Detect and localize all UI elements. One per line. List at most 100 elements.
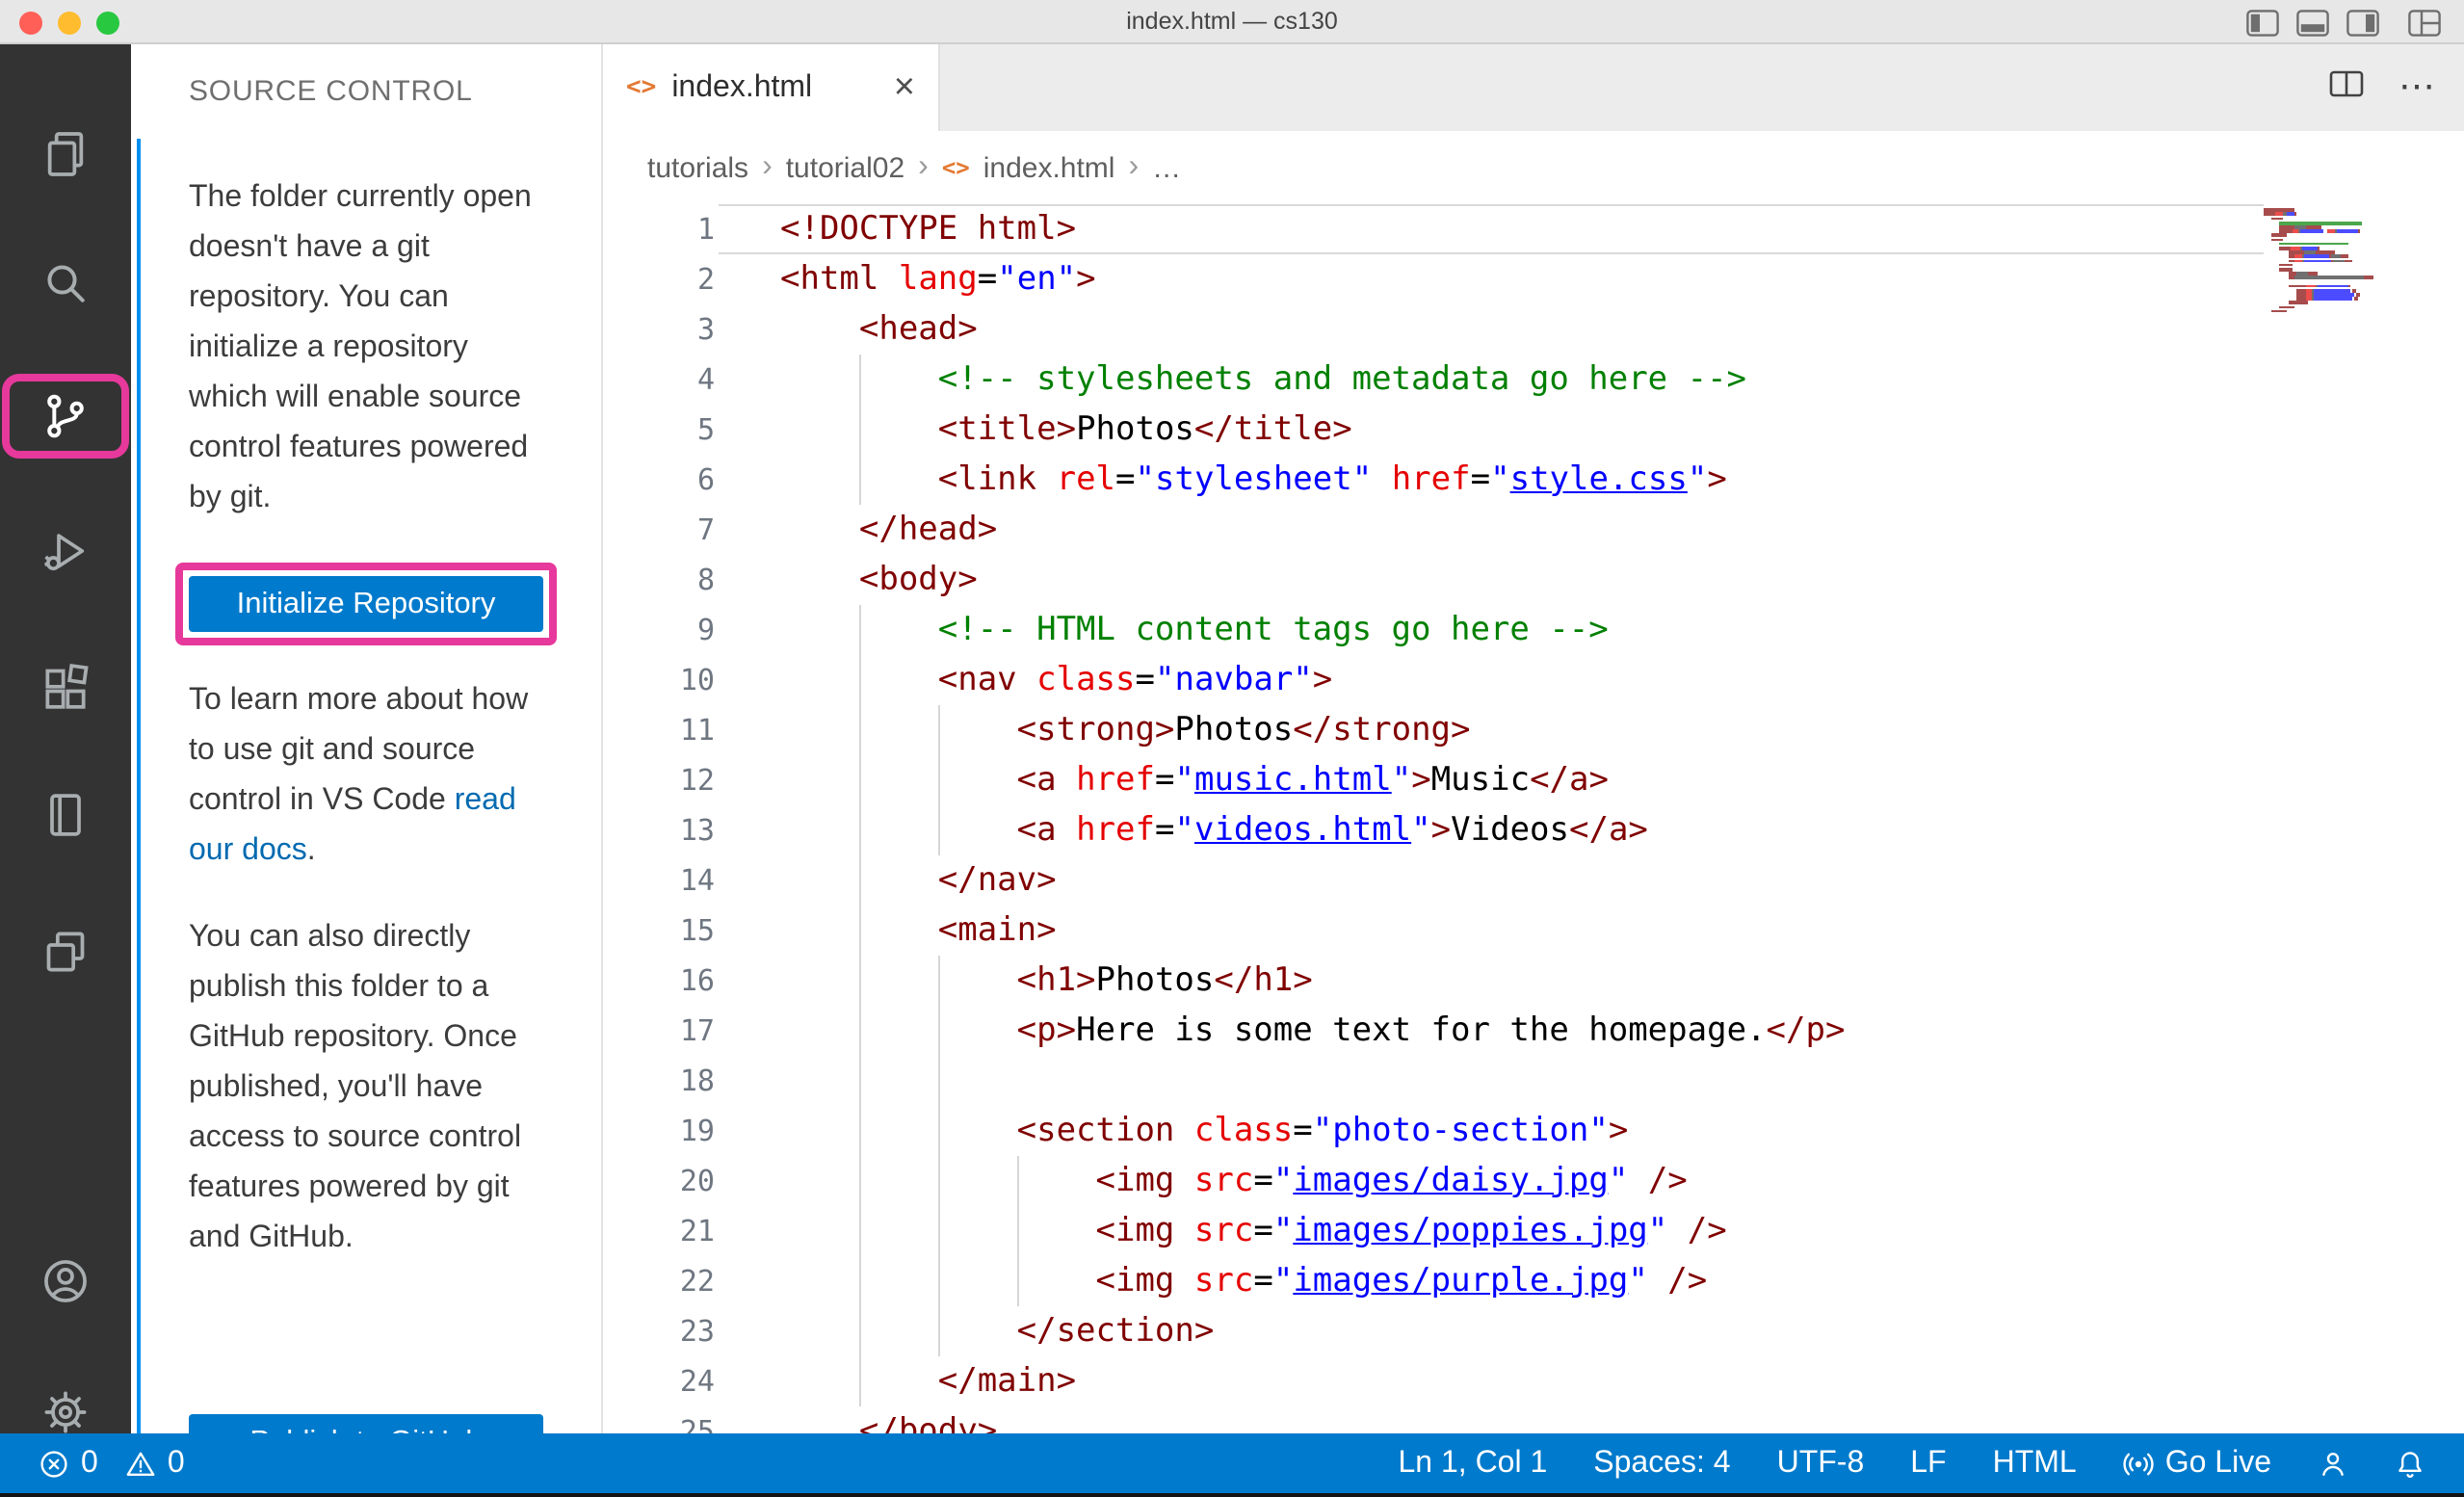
- line-number: 22: [603, 1256, 715, 1306]
- code-line[interactable]: 19 <section class="photo-section">: [603, 1106, 2464, 1156]
- line-number: 24: [603, 1356, 715, 1406]
- code-token: class: [1194, 1112, 1293, 1150]
- code-token: <img: [780, 1212, 1194, 1250]
- code-line[interactable]: 10 <nav class="navbar">: [603, 655, 2464, 705]
- code-token: </body>: [780, 1412, 997, 1433]
- search-icon[interactable]: [25, 245, 106, 322]
- indent-guide: [938, 1056, 940, 1106]
- language-mode[interactable]: HTML: [1993, 1446, 2077, 1481]
- code-line[interactable]: 20 <img src="images/daisy.jpg" />: [603, 1156, 2464, 1206]
- code-line[interactable]: 2<html lang="en">: [603, 254, 2464, 304]
- code-line[interactable]: 24 </main>: [603, 1356, 2464, 1406]
- customize-layout-icon[interactable]: [2408, 9, 2441, 36]
- tab-index-html[interactable]: <> index.html ×: [603, 44, 940, 131]
- eol-setting[interactable]: LF: [1910, 1446, 1946, 1481]
- more-actions-icon[interactable]: ⋯: [2398, 66, 2437, 110]
- code-line-content: <main>: [715, 906, 2464, 956]
- code-line[interactable]: 17 <p>Here is some text for the homepage…: [603, 1006, 2464, 1056]
- code-line[interactable]: 3 <head>: [603, 304, 2464, 355]
- editor-group: <> index.html × ⋯ tutorials › tutorial02…: [603, 44, 2464, 1433]
- code-token: rel: [1057, 460, 1115, 499]
- code-line[interactable]: 25 </body>: [603, 1406, 2464, 1433]
- cursor-position[interactable]: Ln 1, Col 1: [1399, 1446, 1548, 1481]
- encoding-setting[interactable]: UTF-8: [1777, 1446, 1865, 1481]
- code-token: =: [1253, 1212, 1273, 1250]
- initialize-repository-button[interactable]: Initialize Repository: [189, 576, 543, 632]
- code-line-content: <title>Photos</title>: [715, 405, 2464, 455]
- breadcrumb-item-index-html[interactable]: index.html: [983, 151, 1115, 184]
- code-editor[interactable]: 1<!DOCTYPE html>2<html lang="en">3 <head…: [603, 204, 2464, 1433]
- code-token: <img: [780, 1262, 1194, 1300]
- code-token: =: [1155, 761, 1175, 800]
- chevron-right-icon: ›: [762, 150, 773, 185]
- code-line[interactable]: 13 <a href="videos.html">Videos</a>: [603, 805, 2464, 855]
- code-line[interactable]: 7 </head>: [603, 505, 2464, 555]
- code-token: =: [1293, 1112, 1313, 1150]
- breadcrumb-item-tutorials[interactable]: tutorials: [647, 151, 748, 184]
- toggle-primary-sidebar-icon[interactable]: [2246, 9, 2279, 36]
- notifications-bell-icon[interactable]: [2395, 1448, 2425, 1479]
- code-line[interactable]: 14 </nav>: [603, 855, 2464, 906]
- toggle-panel-icon[interactable]: [2296, 9, 2329, 36]
- code-line[interactable]: 18: [603, 1056, 2464, 1106]
- account-icon[interactable]: [25, 1243, 106, 1320]
- extension-a-icon[interactable]: [25, 776, 106, 854]
- code-token: ": [1392, 761, 1412, 800]
- code-token: <html: [780, 260, 899, 299]
- chevron-right-icon: ›: [1128, 150, 1139, 185]
- code-token: </title>: [1194, 410, 1352, 449]
- indent-guide: [859, 1156, 861, 1206]
- code-token: =: [1136, 661, 1156, 699]
- code-token: src: [1194, 1262, 1253, 1300]
- code-line[interactable]: 21 <img src="images/poppies.jpg" />: [603, 1206, 2464, 1256]
- code-line[interactable]: 12 <a href="music.html">Music</a>: [603, 755, 2464, 805]
- toggle-secondary-sidebar-icon[interactable]: [2346, 9, 2379, 36]
- code-token: images/purple.jpg: [1293, 1262, 1628, 1300]
- code-line[interactable]: 1<!DOCTYPE html>: [603, 204, 2464, 254]
- code-line[interactable]: 8 <body>: [603, 555, 2464, 605]
- code-line[interactable]: 15 <main>: [603, 906, 2464, 956]
- problems-errors[interactable]: 0: [39, 1446, 98, 1481]
- code-line[interactable]: 16 <h1>Photos</h1>: [603, 956, 2464, 1006]
- minimap-line: [2264, 276, 2375, 279]
- code-token: ": [1688, 460, 1708, 499]
- publish-to-github-button[interactable]: Publish to GitHub: [189, 1414, 543, 1433]
- code-token: </a>: [1530, 761, 1609, 800]
- minimap[interactable]: [2264, 208, 2375, 313]
- code-line[interactable]: 22 <img src="images/purple.jpg" />: [603, 1256, 2464, 1306]
- indent-guide: [938, 705, 940, 755]
- feedback-icon[interactable]: [2318, 1448, 2348, 1479]
- code-line-content: <img src="images/poppies.jpg" />: [715, 1206, 2464, 1256]
- line-number: 25: [603, 1406, 715, 1433]
- indent-guide: [938, 1256, 940, 1306]
- code-line[interactable]: 9 <!-- HTML content tags go here -->: [603, 605, 2464, 655]
- welcome-paragraph-2: To learn more about how to use git and s…: [189, 676, 543, 877]
- indent-guide: [859, 755, 861, 805]
- line-number: 8: [603, 555, 715, 605]
- indentation-setting[interactable]: Spaces: 4: [1593, 1446, 1730, 1481]
- code-token: <!-- stylesheets and metadata go here --…: [780, 360, 1746, 399]
- breadcrumb-item-symbol-ellipsis[interactable]: …: [1152, 151, 1181, 184]
- indent-guide: [938, 1156, 940, 1206]
- code-line[interactable]: 11 <strong>Photos</strong>: [603, 705, 2464, 755]
- run-debug-icon[interactable]: [25, 512, 106, 590]
- go-live-button[interactable]: Go Live: [2123, 1446, 2271, 1481]
- code-line[interactable]: 4 <!-- stylesheets and metadata go here …: [603, 355, 2464, 405]
- code-line-content: <section class="photo-section">: [715, 1106, 2464, 1156]
- problems-warnings[interactable]: 0: [125, 1446, 185, 1481]
- code-token: [1372, 460, 1392, 499]
- code-token: <strong>: [780, 711, 1174, 749]
- code-token: </a>: [1569, 811, 1648, 850]
- line-number: 15: [603, 906, 715, 956]
- split-editor-icon[interactable]: [2329, 68, 2364, 107]
- code-token: Photos: [1096, 961, 1215, 1000]
- close-tab-icon[interactable]: ×: [894, 69, 915, 106]
- code-line[interactable]: 5 <title>Photos</title>: [603, 405, 2464, 455]
- code-token: ": [1411, 811, 1431, 850]
- extension-b-icon[interactable]: [25, 913, 106, 990]
- extensions-icon[interactable]: [25, 649, 106, 726]
- code-line[interactable]: 6 <link rel="stylesheet" href="style.css…: [603, 455, 2464, 505]
- code-line[interactable]: 23 </section>: [603, 1306, 2464, 1356]
- breadcrumb-item-tutorial02[interactable]: tutorial02: [786, 151, 904, 184]
- explorer-icon[interactable]: [25, 116, 106, 193]
